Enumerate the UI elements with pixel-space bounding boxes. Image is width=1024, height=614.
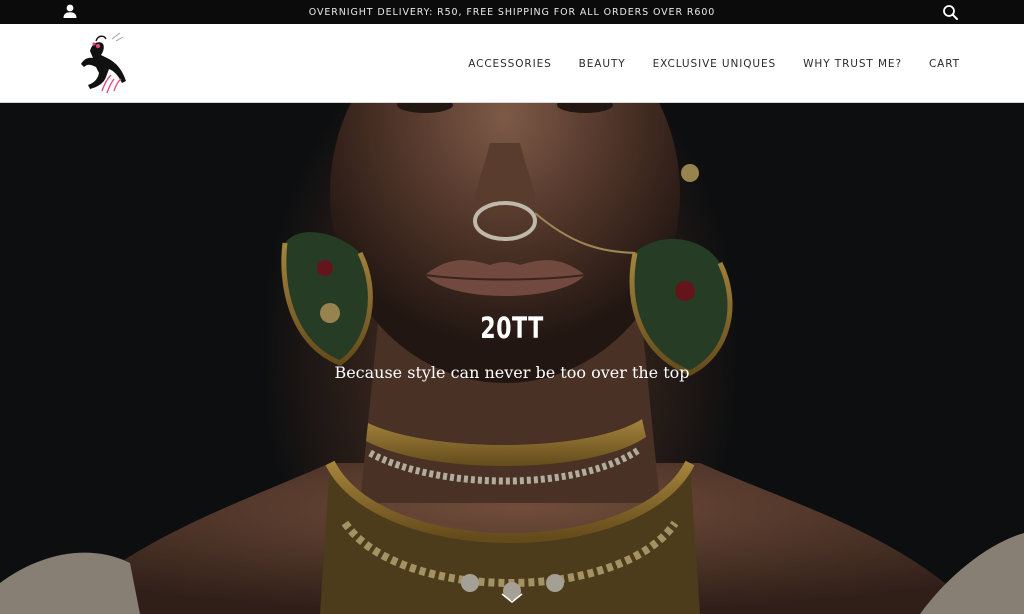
- account-icon[interactable]: [62, 3, 78, 19]
- chevron-down-icon[interactable]: [500, 590, 524, 606]
- nav-beauty[interactable]: BEAUTY: [579, 58, 626, 70]
- hero-subtitle: Because style can never be too over the …: [334, 363, 690, 382]
- main-nav: ACCESSORIES BEAUTY EXCLUSIVE UNIQUES WHY…: [468, 24, 960, 103]
- site-header: ACCESSORIES BEAUTY EXCLUSIVE UNIQUES WHY…: [0, 24, 1024, 103]
- brand-logo[interactable]: [76, 29, 134, 99]
- nav-why-trust-me[interactable]: WHY TRUST ME?: [803, 58, 902, 70]
- hero-banner: 20TT Because style can never be too over…: [0, 103, 1024, 614]
- announcement-bar: OVERNIGHT DELIVERY: R50, FREE SHIPPING F…: [0, 0, 1024, 24]
- hero-title: 20TT: [480, 311, 544, 345]
- nav-exclusive-uniques[interactable]: EXCLUSIVE UNIQUES: [653, 58, 777, 70]
- nav-cart[interactable]: CART: [929, 58, 960, 70]
- announcement-text: OVERNIGHT DELIVERY: R50, FREE SHIPPING F…: [308, 6, 716, 18]
- hero-overlay: [0, 103, 1024, 614]
- search-icon[interactable]: [942, 4, 959, 21]
- nav-accessories[interactable]: ACCESSORIES: [468, 58, 551, 70]
